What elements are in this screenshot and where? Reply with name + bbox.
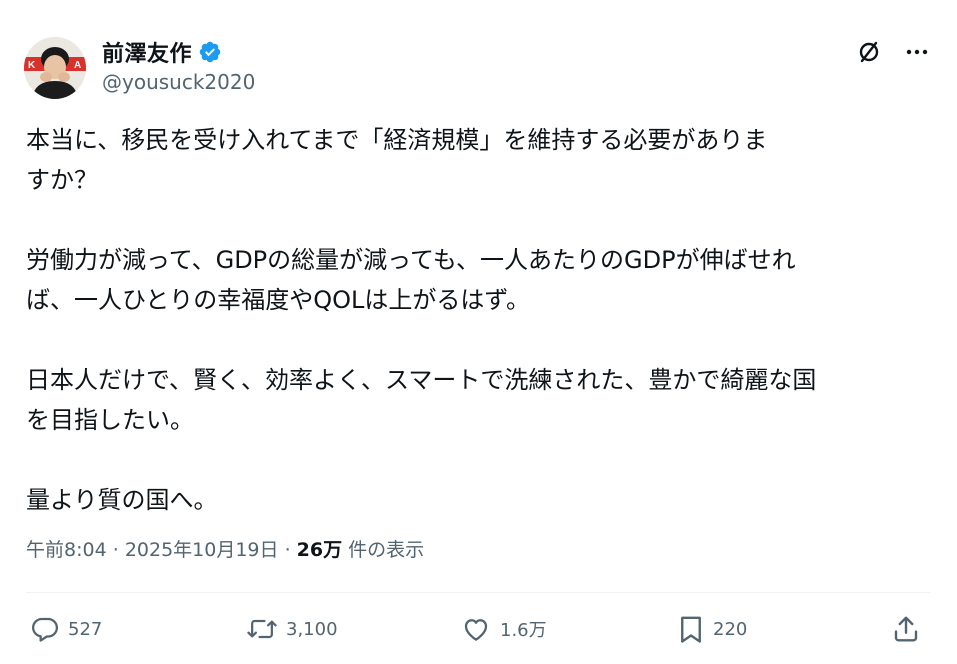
avatar-image: K A bbox=[24, 37, 86, 99]
author-name-row[interactable]: 前澤友作 bbox=[102, 36, 222, 68]
meta-separator: · bbox=[112, 539, 119, 561]
post-paragraph: 本当に、移民を受け入れてまで「経済規模」を維持する必要がありま すか？ bbox=[26, 120, 926, 200]
post-paragraph: 労働力が減って、GDPの総量が減っても、一人あたりのGDPが伸ばせれ ば、一人ひと… bbox=[26, 240, 926, 320]
more-icon[interactable] bbox=[903, 38, 931, 66]
author-handle[interactable]: @yousuck2020 bbox=[102, 70, 255, 94]
bookmark-count: 220 bbox=[713, 618, 748, 640]
post-paragraph: 量より質の国へ。 bbox=[26, 480, 926, 520]
grok-slash-icon[interactable] bbox=[855, 38, 883, 66]
share-icon bbox=[894, 616, 918, 642]
post-line: 日本人だけで、賢く、効率よく、スマートで洗練された、豊かで綺麗な国 bbox=[26, 366, 817, 394]
post-line: ば、一人ひとりの幸福度やQOLは上がるはず。 bbox=[26, 286, 531, 314]
repost-icon bbox=[247, 619, 277, 639]
like-count: 1.6万 bbox=[500, 620, 547, 641]
header-actions bbox=[855, 38, 931, 66]
reply-count: 527 bbox=[68, 618, 103, 640]
repost-count: 3,100 bbox=[286, 618, 338, 640]
verified-badge-icon bbox=[199, 41, 221, 63]
post-text: 本当に、移民を受け入れてまで「経済規模」を維持する必要がありま すか？ 労働力が減… bbox=[26, 120, 926, 520]
bookmark-button[interactable]: 220 bbox=[677, 614, 747, 644]
tweet: K A 前澤友作 @yousuck2020 本当に、移民を受け入れてまで「経済規… bbox=[0, 0, 957, 664]
author-display-name[interactable]: 前澤友作 bbox=[102, 36, 192, 68]
post-paragraph: 日本人だけで、賢く、効率よく、スマートで洗練された、豊かで綺麗な国 を目指したい。 bbox=[26, 360, 926, 440]
divider bbox=[26, 592, 931, 593]
avatar[interactable]: K A bbox=[24, 37, 86, 99]
share-button[interactable] bbox=[891, 614, 921, 644]
post-time[interactable]: 午前8:04 bbox=[26, 539, 107, 561]
views-count: 26万 bbox=[296, 539, 343, 561]
post-date[interactable]: 2025年10月19日 bbox=[125, 539, 279, 561]
heart-icon bbox=[464, 619, 488, 641]
meta-separator: · bbox=[284, 539, 291, 561]
post-line: 本当に、移民を受け入れてまで「経済規模」を維持する必要がありま bbox=[26, 126, 768, 154]
like-button[interactable]: 1.6万 bbox=[460, 614, 547, 644]
repost-button[interactable]: 3,100 bbox=[246, 614, 338, 644]
reply-icon bbox=[32, 617, 58, 642]
svg-text:A: A bbox=[74, 60, 81, 71]
reply-button[interactable]: 527 bbox=[30, 614, 102, 644]
post-meta: 午前8:04 · 2025年10月19日 · 26万 件の表示 bbox=[26, 535, 424, 562]
views-label: 件の表示 bbox=[348, 539, 425, 561]
post-line: 労働力が減って、GDPの総量が減っても、一人あたりのGDPが伸ばせれ bbox=[26, 246, 796, 274]
bookmark-icon bbox=[681, 616, 701, 643]
post-line: すか？ bbox=[26, 166, 98, 194]
svg-text:K: K bbox=[28, 60, 36, 71]
post-line: 量より質の国へ。 bbox=[26, 486, 218, 514]
post-line: を目指したい。 bbox=[26, 406, 194, 434]
